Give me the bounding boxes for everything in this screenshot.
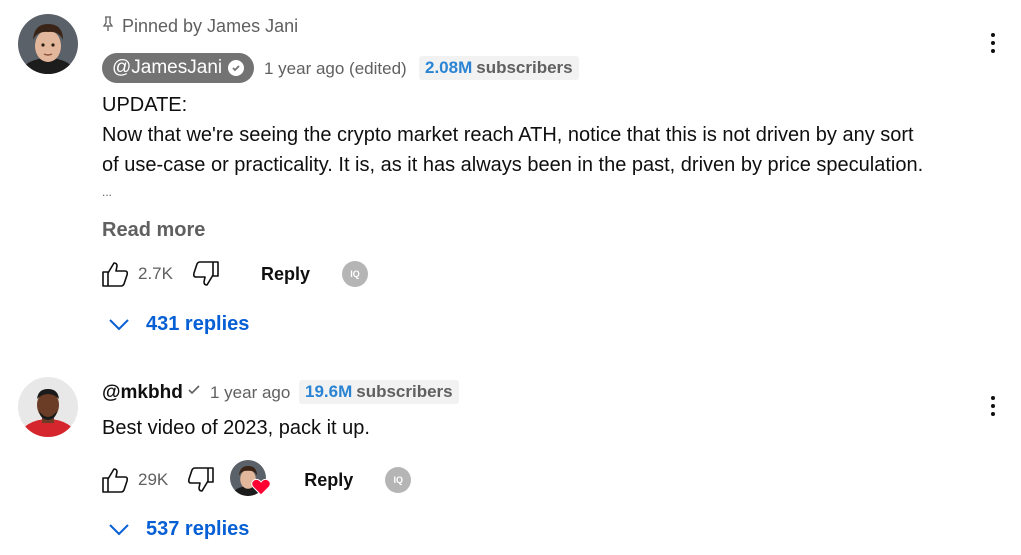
reply-button[interactable]: Reply: [304, 470, 353, 491]
thumbs-up-icon[interactable]: [100, 465, 130, 495]
like-count: 29K: [138, 470, 169, 489]
vertical-dots-icon: [991, 404, 995, 408]
view-replies-button[interactable]: 431 replies: [108, 313, 249, 336]
view-replies-button[interactable]: 537 replies: [108, 518, 249, 541]
vertical-dots-icon: [991, 33, 995, 37]
comment-pinned: Pinned by James Jani @JamesJani 1 year a…: [0, 0, 1021, 350]
like-count: 2.7K: [138, 264, 173, 283]
chevron-down-icon: [109, 523, 129, 535]
comment-body: UPDATE: Now that we're seeing the crypto…: [102, 90, 923, 204]
thumbs-down-icon[interactable]: [186, 465, 216, 495]
vertical-dots-icon: [991, 396, 995, 400]
thumbs-down-icon[interactable]: [191, 259, 221, 289]
pin-icon: [102, 16, 114, 37]
pinned-label: Pinned by James Jani: [122, 16, 299, 36]
read-more-button[interactable]: Read more: [102, 219, 205, 242]
replies-count[interactable]: 537 replies: [146, 518, 249, 541]
comment-timestamp[interactable]: 1 year ago (edited): [264, 59, 407, 79]
chevron-down-icon: [109, 318, 129, 330]
reply-button[interactable]: Reply: [261, 264, 310, 285]
creator-heart-badge: [230, 460, 272, 500]
verified-check-icon: [186, 382, 202, 403]
comment-line: of use-case or practicality. It is, as i…: [102, 154, 924, 176]
more-actions-button[interactable]: [986, 396, 1000, 416]
subscriber-count: 19.6M: [305, 382, 353, 401]
avatar-james-jani[interactable]: [18, 14, 78, 74]
avatar-mkbhd[interactable]: [18, 377, 78, 437]
subscriber-badge: 19.6M subscribers: [299, 380, 459, 404]
creator-heart-icon: [251, 478, 272, 496]
more-actions-button[interactable]: [986, 33, 1000, 53]
extension-icon[interactable]: IQ: [342, 261, 369, 287]
subscriber-badge: 2.08M subscribers: [419, 56, 579, 80]
comment-line: UPDATE:: [102, 94, 188, 116]
comment-body: Best video of 2023, pack it up.: [102, 417, 370, 439]
replies-count[interactable]: 431 replies: [146, 313, 249, 336]
extension-icon[interactable]: IQ: [385, 467, 412, 493]
author-pill-james-jani[interactable]: @JamesJani: [102, 53, 255, 83]
ellipsis-line: ...: [102, 185, 113, 199]
verified-check-icon: [228, 60, 245, 76]
vertical-dots-icon: [991, 412, 995, 416]
author-handle[interactable]: @mkbhd: [102, 382, 183, 404]
comment-mkbhd: @mkbhd 1 year ago 19.6M subscribers Best…: [0, 355, 1021, 555]
comment-line: Now that we're seeing the crypto market …: [102, 124, 914, 146]
comment-actions: 29K Reply IQ: [100, 460, 412, 500]
comment-actions: 2.7K Reply IQ: [100, 259, 369, 289]
subscriber-label: subscribers: [476, 58, 573, 77]
subscriber-label: subscribers: [356, 382, 453, 401]
comment-timestamp[interactable]: 1 year ago: [210, 383, 290, 403]
subscriber-count: 2.08M: [425, 58, 473, 77]
author-handle[interactable]: @JamesJani: [112, 57, 222, 79]
thumbs-up-icon[interactable]: [100, 259, 130, 289]
pinned-indicator: Pinned by James Jani: [102, 16, 298, 37]
vertical-dots-icon: [991, 49, 995, 53]
vertical-dots-icon: [991, 41, 995, 45]
